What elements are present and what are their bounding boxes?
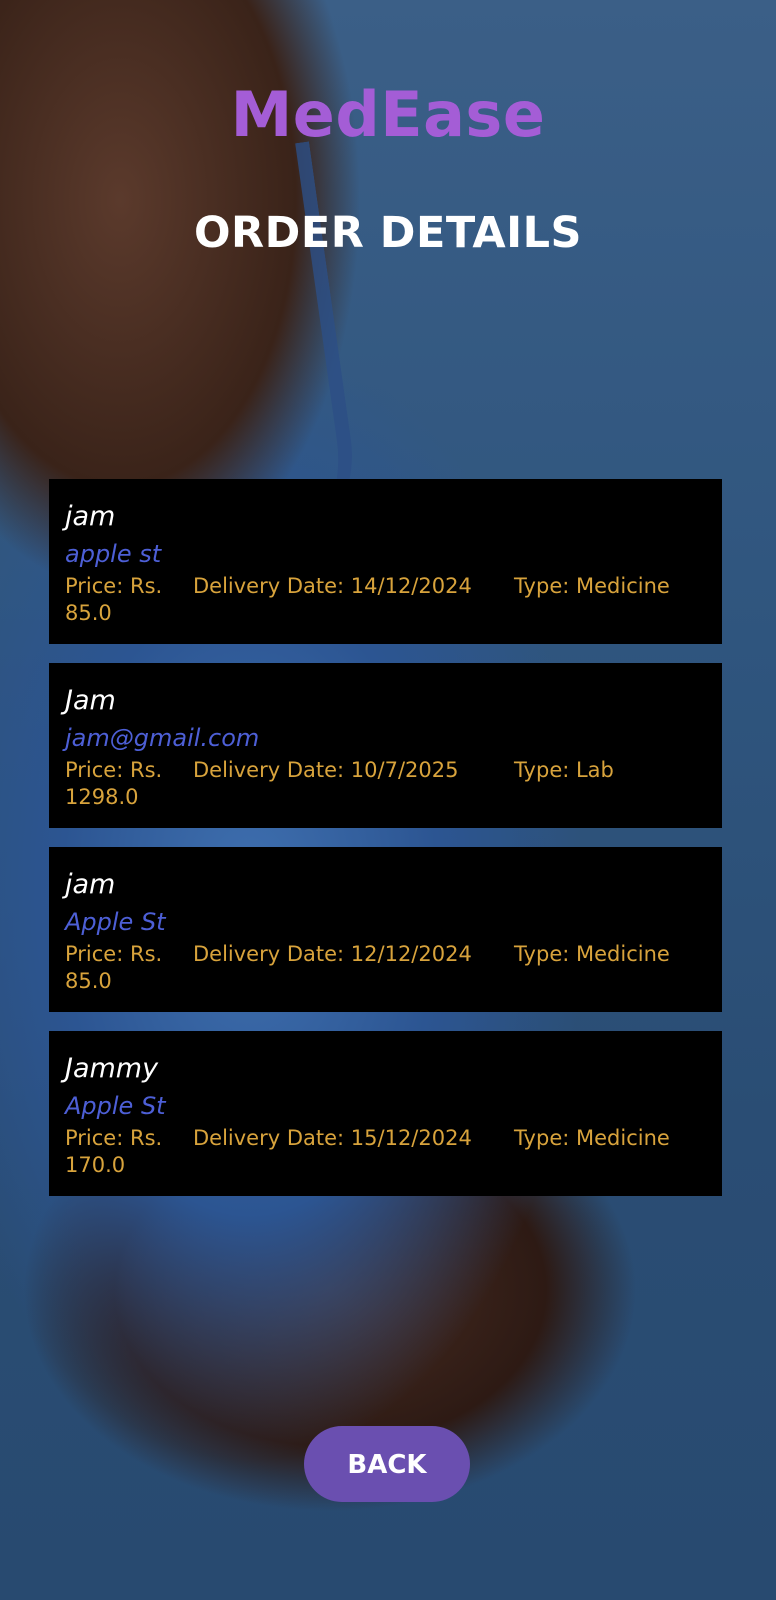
order-card[interactable]: Jam jam@gmail.com Price: Rs. 1298.0 Deli… xyxy=(49,663,722,828)
order-details-screen: MedEase ORDER DETAILS jam apple st Price… xyxy=(0,0,776,1600)
order-type: Type: Medicine xyxy=(514,942,670,966)
page-title: ORDER DETAILS xyxy=(193,208,583,258)
order-price: Price: Rs. 85.0 xyxy=(65,573,193,627)
order-type: Type: Medicine xyxy=(514,1126,670,1150)
order-price: Price: Rs. 85.0 xyxy=(65,941,193,995)
order-customer-name: jam xyxy=(65,501,116,532)
order-type: Type: Medicine xyxy=(514,574,670,598)
order-price-label: Price: Rs. xyxy=(65,1126,163,1150)
order-customer-name: Jammy xyxy=(65,1053,159,1084)
back-button[interactable]: BACK xyxy=(304,1426,470,1502)
app-title: MedEase xyxy=(230,78,546,151)
order-address: Apple St xyxy=(65,908,166,936)
order-delivery-date: Delivery Date: 14/12/2024 xyxy=(193,574,472,598)
order-card[interactable]: Jammy Apple St Price: Rs. 170.0 Delivery… xyxy=(49,1031,722,1196)
order-price-value: 170.0 xyxy=(65,1153,126,1177)
order-price-value: 1298.0 xyxy=(65,785,139,809)
order-delivery-date: Delivery Date: 15/12/2024 xyxy=(193,1126,472,1150)
order-type: Type: Lab xyxy=(514,758,614,782)
order-meta: Price: Rs. 170.0 Delivery Date: 15/12/20… xyxy=(65,1125,706,1179)
order-meta: Price: Rs. 1298.0 Delivery Date: 10/7/20… xyxy=(65,757,706,811)
order-customer-name: Jam xyxy=(65,685,116,716)
order-address: Apple St xyxy=(65,1092,166,1120)
order-delivery-date: Delivery Date: 10/7/2025 xyxy=(193,758,459,782)
order-address: apple st xyxy=(65,540,162,568)
order-meta: Price: Rs. 85.0 Delivery Date: 14/12/202… xyxy=(65,573,706,627)
order-address: jam@gmail.com xyxy=(65,724,260,752)
order-price-label: Price: Rs. xyxy=(65,574,163,598)
order-price: Price: Rs. 170.0 xyxy=(65,1125,193,1179)
orders-list: jam apple st Price: Rs. 85.0 Delivery Da… xyxy=(49,479,722,1215)
order-price-label: Price: Rs. xyxy=(65,942,163,966)
order-price-value: 85.0 xyxy=(65,969,112,993)
order-card[interactable]: jam Apple St Price: Rs. 85.0 Delivery Da… xyxy=(49,847,722,1012)
order-price-value: 85.0 xyxy=(65,601,112,625)
order-delivery-date: Delivery Date: 12/12/2024 xyxy=(193,942,472,966)
order-card[interactable]: jam apple st Price: Rs. 85.0 Delivery Da… xyxy=(49,479,722,644)
order-meta: Price: Rs. 85.0 Delivery Date: 12/12/202… xyxy=(65,941,706,995)
order-price-label: Price: Rs. xyxy=(65,758,163,782)
order-customer-name: jam xyxy=(65,869,116,900)
order-price: Price: Rs. 1298.0 xyxy=(65,757,193,811)
